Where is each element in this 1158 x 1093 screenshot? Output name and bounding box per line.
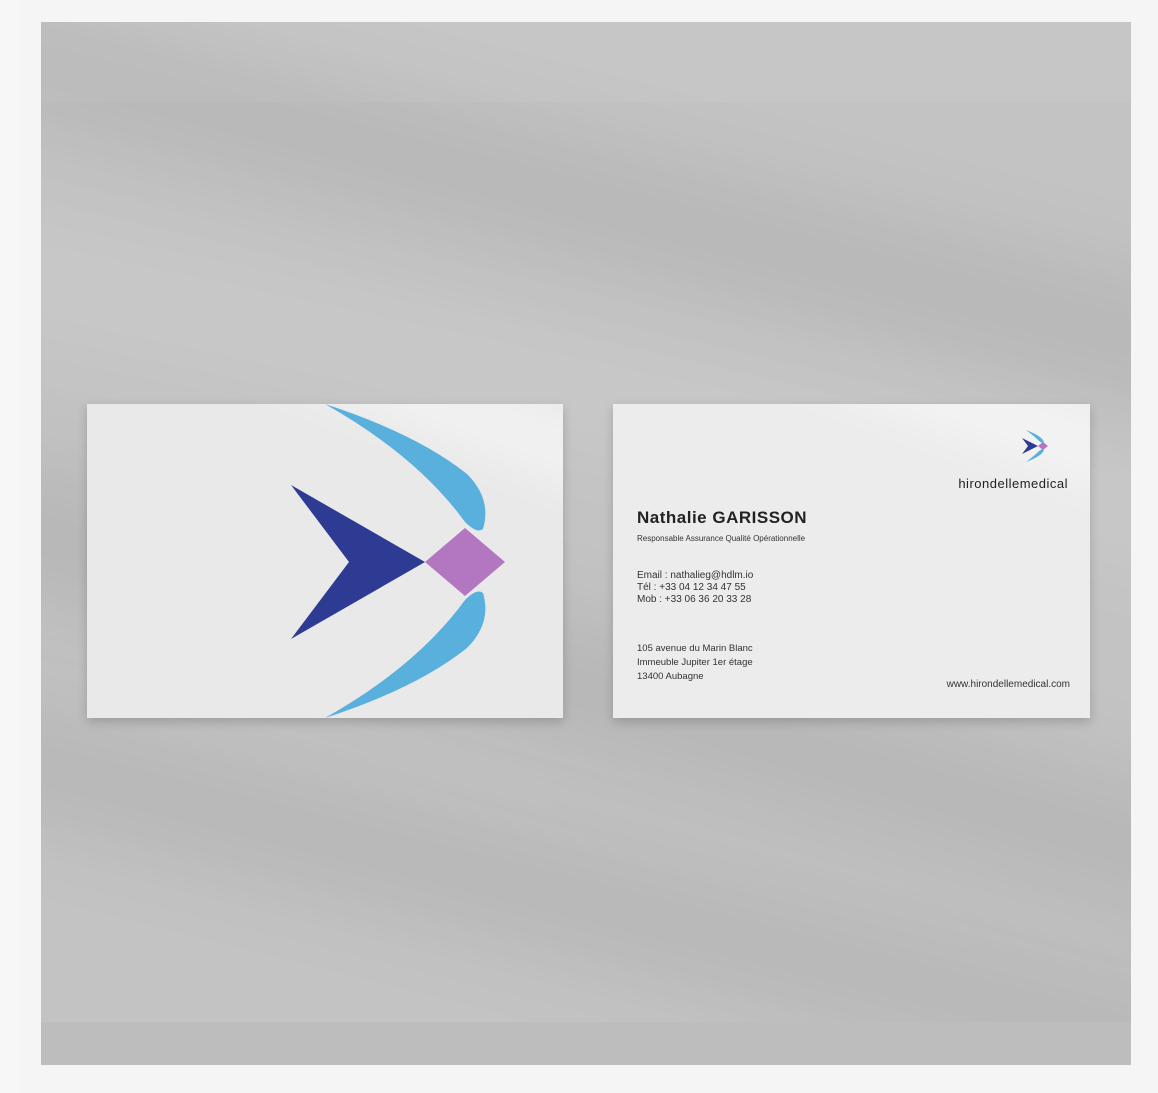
- business-card-front: [87, 404, 563, 718]
- lower-wing-shape: [325, 591, 486, 718]
- hirondelle-bird-icon: [1022, 430, 1048, 462]
- brand-prefix: hirondelle: [958, 476, 1020, 491]
- arrow-shape: [291, 485, 425, 639]
- email-line: Email : nathalieg@hdlm.io: [637, 570, 754, 581]
- phone-line: Tél : +33 04 12 34 47 55: [637, 582, 746, 593]
- page-margin: [0, 0, 20, 1093]
- contact-block: Email : nathalieg@hdlm.io Tél : +33 04 1…: [637, 570, 753, 606]
- address-line-1: 105 avenue du Marin Blanc: [637, 643, 753, 654]
- bottom-band: [41, 1022, 1131, 1065]
- hirondelle-arrow-icon: [291, 404, 505, 718]
- address-line-2: Immeuble Jupiter 1er étage: [637, 657, 753, 668]
- mobile-line: Mob : +33 06 36 20 33 28: [637, 594, 752, 605]
- person-name: Nathalie GARISSON: [637, 508, 808, 527]
- upper-wing-shape: [325, 404, 486, 531]
- person-role: Responsable Assurance Qualité Opérationn…: [637, 534, 806, 543]
- brand-suffix: medical: [1019, 476, 1068, 491]
- address-block: 105 avenue du Marin Blanc Immeuble Jupit…: [637, 642, 753, 684]
- website-url: www.hirondellemedical.com: [946, 679, 1070, 690]
- business-card-mockup: hirondellemedical Nathalie GARISSON Resp…: [41, 22, 1131, 1065]
- diamond-shape: [425, 528, 505, 596]
- address-line-3: 13400 Aubagne: [637, 671, 704, 682]
- business-card-back: hirondellemedical Nathalie GARISSON Resp…: [613, 404, 1090, 718]
- brand-name: hirondellemedical: [958, 476, 1068, 491]
